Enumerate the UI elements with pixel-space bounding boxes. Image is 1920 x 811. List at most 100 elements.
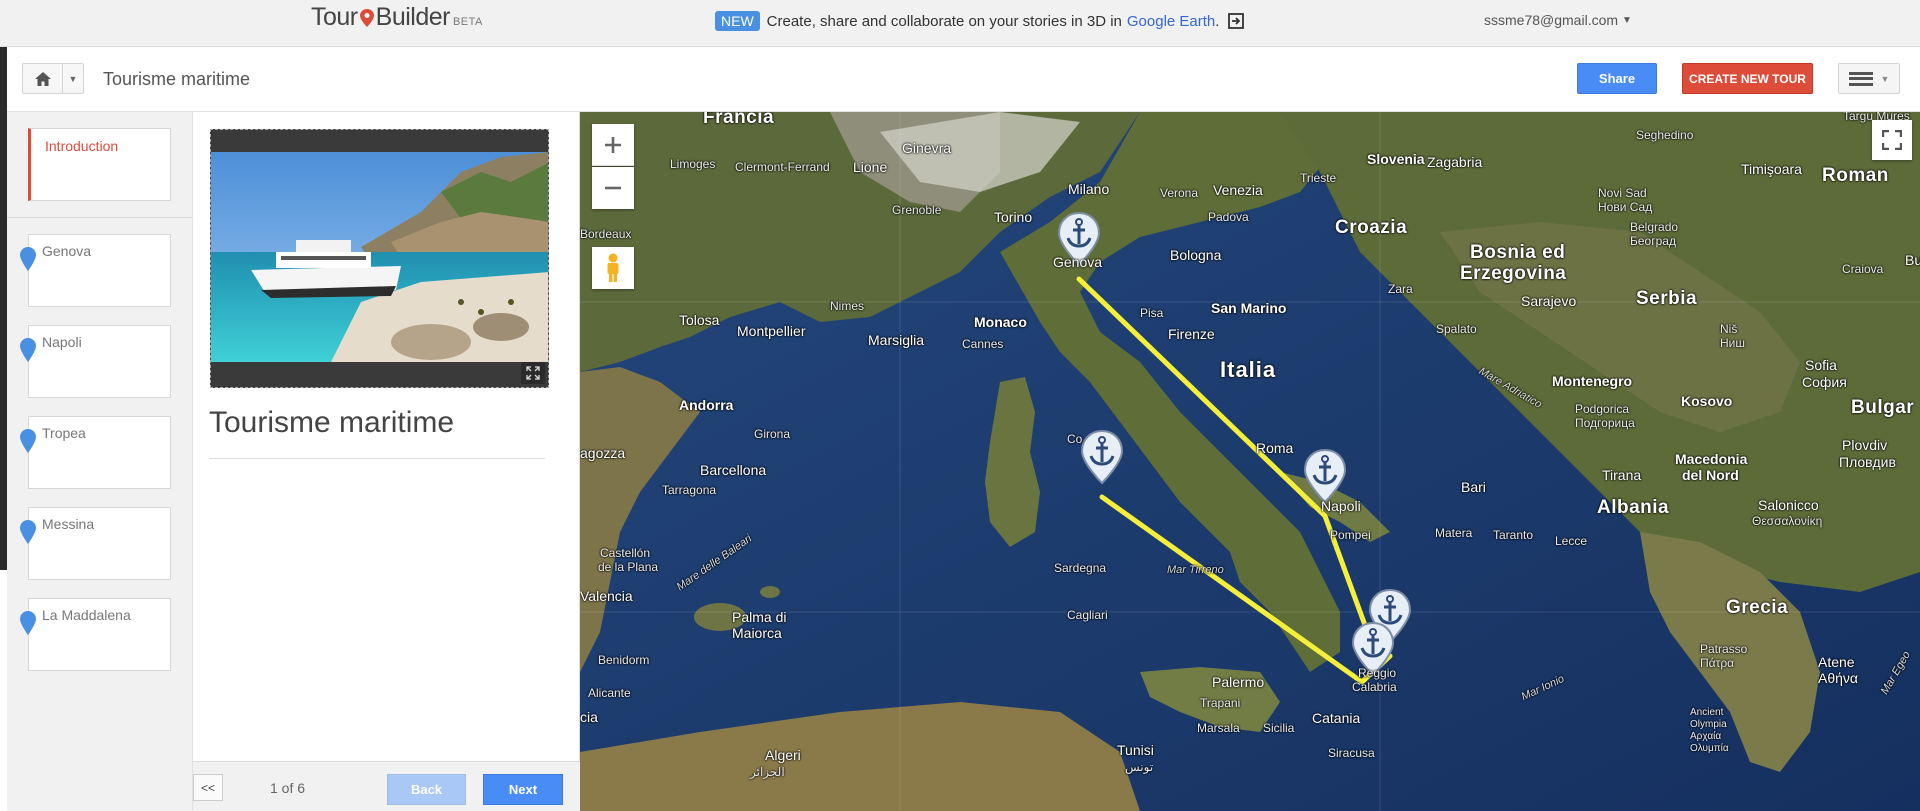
map-label-ragozza: agozza [580,445,626,461]
pegman-icon [607,253,619,282]
map-label-cannes: Cannes [962,337,1004,351]
map-label-atene-1: Atene [1818,654,1855,670]
map-label-co: Co [1067,432,1083,446]
map-label-tarragona: Tarragona [662,483,717,497]
map-label-palma-2: Maiorca [732,625,782,641]
map-label-sardegna: Sardegna [1054,561,1107,575]
sidebar-item-la-maddalena[interactable]: La Maddalena [20,598,171,671]
google-earth-link[interactable]: Google Earth [1127,13,1215,30]
sidebar-item-genova[interactable]: Genova [20,234,171,307]
fullscreen-icon [1882,130,1902,150]
story-photo-frame[interactable] [210,129,549,388]
map-label-olympia-3: Αρχαία [1690,731,1722,742]
map-label-italia: Italia [1220,357,1277,382]
map-label-olympia-4: Ολυμπία [1690,743,1729,754]
map-label-montpellier: Montpellier [737,323,806,339]
map-label-torino: Torino [994,209,1033,225]
sidebar-item-label: Genova [42,243,92,259]
map-label-calabria: Calabria [1352,680,1397,694]
plus-icon [605,136,621,153]
title-divider [209,458,545,459]
map-label-bu: Bu [1905,252,1920,268]
zoom-out-button[interactable] [592,167,634,209]
sidebar-item-messina[interactable]: Messina [20,507,171,580]
hamburger-menu-button[interactable]: ▼ [1838,63,1900,94]
map-label-limoges: Limoges [670,157,716,171]
sidebar-item-label: Introduction [45,138,119,154]
home-button-group[interactable]: ▼ [22,63,84,94]
next-button[interactable]: Next [483,774,563,805]
map-label-algeri-2: الجزائر [750,765,785,779]
sidebar-item-label: Messina [42,516,95,532]
map-label-macedonia-1: Macedonia [1675,451,1748,467]
sidebar-divider [7,217,193,218]
map-label-nis-2: Ниш [1720,336,1745,350]
tour-builder-logo[interactable]: Tour Builder BETA [311,3,483,32]
map-view[interactable]: Francia Italia Croazia Bosnia ed Erzegov… [580,112,1920,811]
map-label-girona: Girona [754,427,791,441]
map-label-seghedino: Seghedino [1636,128,1694,142]
map-label-patrasso-1: Patrasso [1700,642,1748,656]
logo-beta-tag: BETA [452,15,483,28]
map-label-grecia: Grecia [1726,597,1789,618]
share-button[interactable]: Share [1577,63,1657,94]
map-label-belgrado-2: Београд [1630,234,1676,248]
sidebar-item-napoli[interactable]: Napoli [20,325,171,398]
map-label-bulgar: Bulgar [1851,397,1915,418]
map-label-padova: Padova [1208,210,1249,224]
expand-image-icon[interactable] [521,362,545,384]
chevron-down-icon: ▼ [1622,14,1632,26]
story-content-panel: Tourisme maritime [193,112,580,811]
zoom-in-button[interactable] [592,124,634,166]
hamburger-icon [1848,71,1873,86]
home-dropdown-chevron-icon[interactable]: ▼ [63,64,83,93]
map-label-tirana: Tirana [1602,467,1642,483]
sidebar-item-introduction[interactable]: Introduction [28,128,171,201]
map-label-clermont: Clermont-Ferrand [735,160,830,174]
create-new-tour-button[interactable]: CREATE NEW TOUR [1682,63,1813,94]
anchor-marker-napoli[interactable] [1303,448,1347,504]
map-label-bosnia-1: Bosnia ed [1470,242,1566,263]
home-button[interactable] [23,64,63,93]
map-label-castellon-1: Castellón [600,546,651,560]
story-navigation-bar: << 1 of 6 Back Next [193,761,580,811]
anchor-marker-la-maddalena[interactable] [1080,429,1124,485]
open-external-icon[interactable] [1227,12,1245,30]
map-label-montenegro: Montenegro [1552,373,1633,389]
tour-toolbar: ▼ Tourisme maritime Share CREATE NEW TOU… [7,47,1920,112]
map-label-palma-1: Palma di [732,609,787,625]
map-label-sicilia: Sicilia [1263,721,1295,735]
map-label-novisad-1: Novi Sad [1598,186,1647,200]
map-label-plovdiv-1: Plovdiv [1842,437,1888,453]
street-view-pegman-button[interactable] [592,247,634,289]
map-label-palermo: Palermo [1212,674,1265,690]
account-email: sssme78@gmail.com [1484,12,1619,28]
map-label-napoli: Napoli [1321,498,1361,514]
boat-beach-photo [211,152,548,362]
map-label-roman: Roman [1822,165,1889,186]
first-page-button[interactable]: << [193,774,223,801]
map-label-podgorica-2: Подгорица [1575,416,1635,430]
left-edge-strip [0,47,7,570]
map-label-salonicco-1: Salonicco [1758,497,1819,513]
page-indicator: 1 of 6 [270,780,306,796]
sidebar-item-label: Napoli [42,334,82,350]
map-label-cia: cia [580,709,598,725]
map-label-monaco: Monaco [974,314,1027,330]
map-label-matera: Matera [1435,526,1473,540]
tour-title[interactable]: Tourisme maritime [103,69,250,90]
map-label-taranto: Taranto [1493,528,1534,542]
account-menu[interactable]: sssme78@gmail.com ▼ [1484,12,1632,28]
sidebar-item-tropea[interactable]: Tropea [20,416,171,489]
map-label-marsiglia: Marsiglia [868,332,925,348]
back-button[interactable]: Back [387,774,466,805]
map-label-trapani: Trapani [1200,696,1241,710]
map-label-patrasso-2: Πάτρα [1700,656,1735,670]
fullscreen-button[interactable] [1872,120,1912,160]
map-label-serbia: Serbia [1636,288,1698,309]
map-label-nimes: Nimes [830,299,865,313]
logo-text-tour: Tour [311,3,358,31]
map-label-venezia: Venezia [1213,182,1263,198]
map-label-salonicco-2: Θεσσαλονίκη [1752,514,1823,528]
map-label-sarajevo: Sarajevo [1521,293,1577,309]
